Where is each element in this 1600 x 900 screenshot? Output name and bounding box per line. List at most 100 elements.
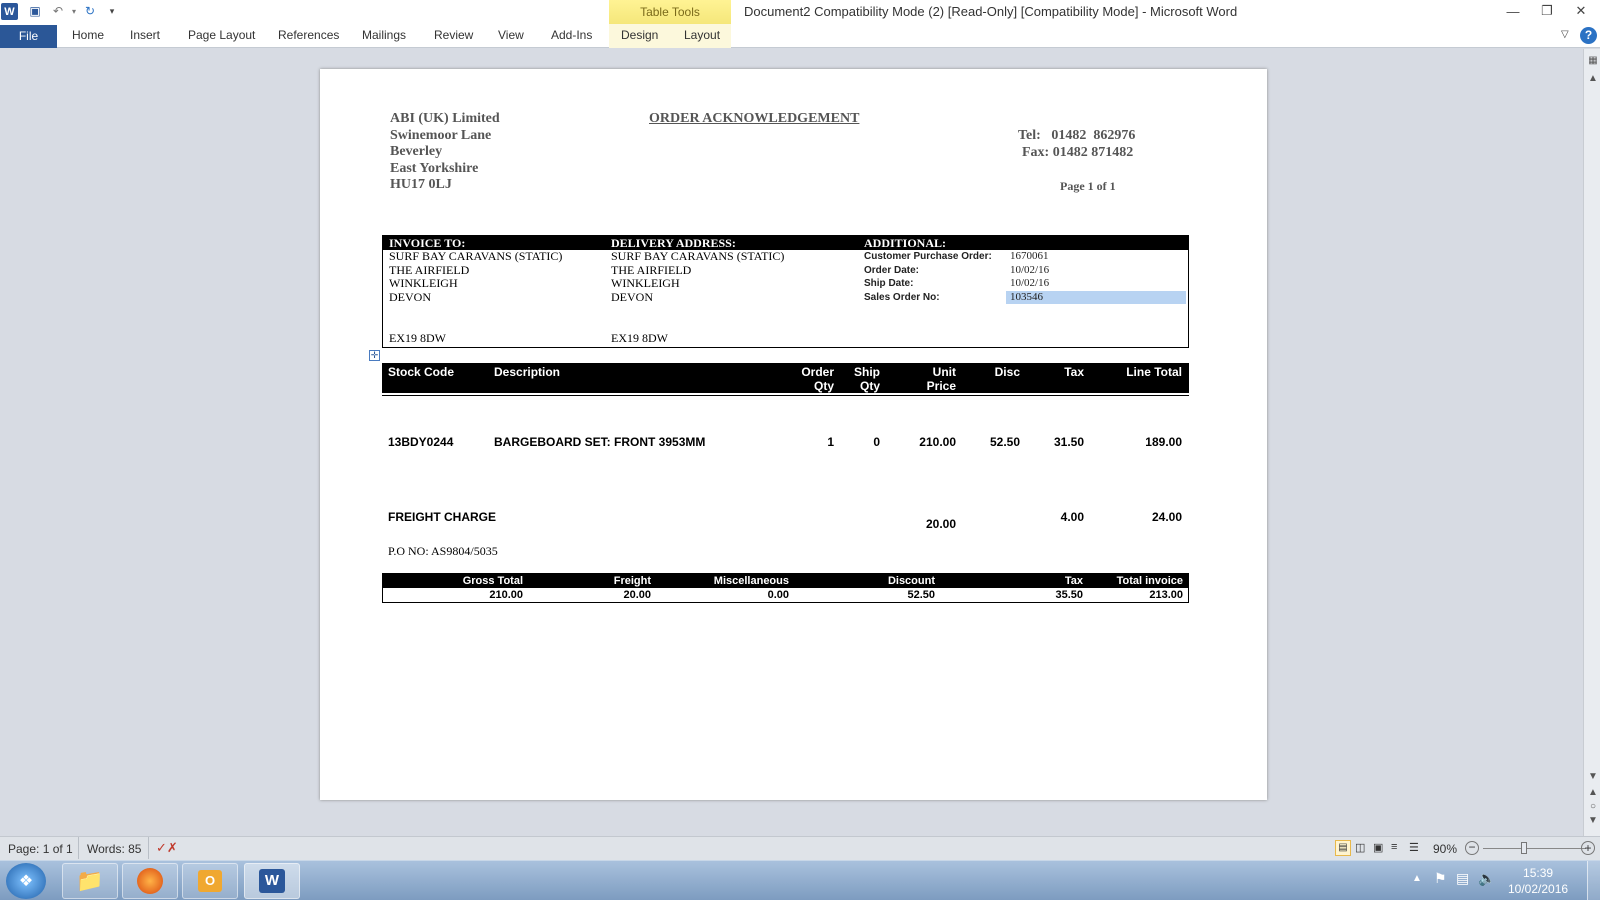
minimize-ribbon-icon[interactable]: ▽ bbox=[1561, 29, 1569, 40]
status-bar: Page: 1 of 1 Words: 85 ✓✗ ▤ ◫ ▣ ≡ ☰ 90% … bbox=[0, 836, 1600, 860]
page-count: Page 1 of 1 bbox=[1060, 179, 1116, 193]
proofing-icon[interactable]: ✓✗ bbox=[156, 840, 178, 856]
volume-icon[interactable]: 🔈 bbox=[1478, 870, 1495, 887]
show-desktop-button[interactable] bbox=[1587, 861, 1600, 900]
page-indicator[interactable]: Page: 1 of 1 bbox=[8, 842, 73, 856]
item-description: BARGEBOARD SET: FRONT 3953MM bbox=[494, 435, 706, 449]
sales-order-label: Sales Order No: bbox=[864, 291, 940, 303]
minimize-button[interactable]: — bbox=[1496, 0, 1530, 22]
tab-review[interactable]: Review bbox=[434, 28, 473, 42]
network-icon[interactable]: ▤ bbox=[1456, 870, 1469, 887]
word-taskbar-icon[interactable]: W bbox=[244, 863, 300, 899]
col-order-qty: Order Qty bbox=[784, 365, 834, 393]
item-line-total: 189.00 bbox=[1145, 435, 1182, 449]
firefox-taskbar-icon[interactable] bbox=[122, 863, 178, 899]
sales-order-value[interactable]: 103546 bbox=[1006, 290, 1186, 304]
previous-page-icon[interactable]: ▲ bbox=[1586, 787, 1600, 798]
company-postcode: HU17 0LJ bbox=[390, 177, 452, 192]
undo-icon[interactable]: ↶ bbox=[50, 3, 66, 19]
item-order-qty: 1 bbox=[827, 435, 834, 449]
col-ship-qty-line2: Qty bbox=[859, 379, 880, 393]
col-unit-price-line2: Price bbox=[926, 379, 956, 393]
help-icon[interactable]: ? bbox=[1580, 27, 1597, 44]
gross-total-value: 210.00 bbox=[489, 589, 523, 601]
word-app-icon[interactable]: W bbox=[1, 3, 18, 20]
delivery-address: SURF BAY CARAVANS (STATIC) THE AIRFIELD … bbox=[611, 249, 784, 304]
header-rule bbox=[382, 395, 1189, 396]
scroll-down-icon[interactable]: ▼ bbox=[1586, 771, 1600, 782]
freight-tax: 4.00 bbox=[1060, 510, 1084, 524]
invoice-line: WINKLEIGH bbox=[389, 276, 458, 290]
freight-total-value: 20.00 bbox=[623, 589, 651, 601]
web-layout-icon[interactable]: ▣ bbox=[1373, 841, 1383, 854]
close-button[interactable]: ✕ bbox=[1564, 0, 1598, 22]
zoom-out-icon[interactable]: − bbox=[1465, 841, 1479, 855]
invoice-line: SURF BAY CARAVANS (STATIC) bbox=[389, 249, 563, 263]
show-hidden-icons-icon[interactable]: ▲ bbox=[1412, 873, 1422, 884]
delivery-line: WINKLEIGH bbox=[611, 276, 680, 290]
ribbon-tab-bar: File Home Insert Page Layout References … bbox=[0, 24, 1600, 48]
additional-label: ADDITIONAL: bbox=[864, 236, 947, 250]
freight-price: 20.00 bbox=[925, 517, 956, 531]
col-ship-qty-line1: Ship bbox=[854, 365, 880, 379]
col-description: Description bbox=[494, 365, 561, 379]
order-date-value: 10/02/16 bbox=[1010, 263, 1050, 276]
tab-home[interactable]: Home bbox=[72, 28, 104, 42]
company-name: ABI (UK) Limited bbox=[390, 111, 500, 126]
col-unit-price: Unit Price bbox=[902, 365, 956, 393]
zoom-slider-handle[interactable] bbox=[1521, 842, 1527, 854]
additional-values: 1670061 10/02/16 10/02/16 103546 bbox=[1006, 250, 1186, 304]
document-page[interactable]: ABI (UK) Limited Swinemoor Lane Beverley… bbox=[320, 69, 1267, 800]
table-move-handle-icon[interactable]: ✛ bbox=[369, 350, 380, 361]
undo-dropdown-icon[interactable]: ▾ bbox=[66, 3, 82, 19]
tab-references[interactable]: References bbox=[278, 28, 339, 42]
total-invoice-value: 213.00 bbox=[1149, 589, 1183, 601]
scroll-up-icon[interactable]: ▲ bbox=[1586, 73, 1600, 84]
action-center-flag-icon[interactable]: ⚑ bbox=[1434, 870, 1447, 887]
outline-icon[interactable]: ≡ bbox=[1391, 841, 1397, 853]
tax-total-label: Tax bbox=[1064, 575, 1083, 587]
tab-add-ins[interactable]: Add-Ins bbox=[551, 28, 592, 42]
system-clock[interactable]: 15:39 10/02/2016 bbox=[1508, 865, 1568, 897]
freight-total: 24.00 bbox=[1151, 510, 1182, 524]
col-line-total: Line Total bbox=[1126, 365, 1182, 379]
tab-page-layout[interactable]: Page Layout bbox=[188, 28, 255, 42]
address-table-header: INVOICE TO: DELIVERY ADDRESS: ADDITIONAL… bbox=[383, 236, 1188, 250]
vertical-scrollbar[interactable]: ▦ ▲ ▼ ▲ ○ ▼ bbox=[1583, 49, 1600, 836]
draft-icon[interactable]: ☰ bbox=[1409, 841, 1419, 854]
ship-date-value: 10/02/16 bbox=[1010, 277, 1050, 289]
save-icon[interactable]: ▣ bbox=[27, 3, 43, 19]
ruler-toggle-icon[interactable]: ▦ bbox=[1586, 55, 1600, 66]
start-button-icon[interactable]: ❖ bbox=[6, 863, 46, 899]
freight-label: FREIGHT CHARGE bbox=[388, 510, 496, 524]
print-layout-icon[interactable]: ▤ bbox=[1335, 840, 1351, 856]
tab-design[interactable]: Design bbox=[621, 28, 658, 42]
redo-icon[interactable]: ↻ bbox=[82, 3, 98, 19]
invoice-to-address: SURF BAY CARAVANS (STATIC) THE AIRFIELD … bbox=[389, 249, 563, 304]
outlook-taskbar-icon[interactable]: O bbox=[182, 863, 238, 899]
restore-button[interactable]: ❐ bbox=[1530, 0, 1564, 22]
tab-view[interactable]: View bbox=[498, 28, 524, 42]
tab-insert[interactable]: Insert bbox=[130, 28, 160, 42]
title-bar: W ▣ ↶ ▾ ↻ ▾ Table Tools Document2 Compat… bbox=[0, 0, 1600, 24]
col-stock-code: Stock Code bbox=[388, 365, 455, 379]
next-page-icon[interactable]: ▼ bbox=[1586, 815, 1600, 826]
telephone: Tel: 01482 862976 bbox=[1018, 128, 1136, 143]
delivery-line: THE AIRFIELD bbox=[611, 262, 692, 277]
browse-object-icon[interactable]: ○ bbox=[1586, 801, 1600, 812]
item-tax: 31.50 bbox=[1053, 435, 1084, 449]
word-count[interactable]: Words: 85 bbox=[87, 842, 141, 856]
address-table[interactable]: INVOICE TO: DELIVERY ADDRESS: ADDITIONAL… bbox=[382, 235, 1189, 348]
zoom-slider-track[interactable] bbox=[1483, 848, 1586, 849]
tab-file[interactable]: File bbox=[0, 25, 57, 48]
customize-qat-icon[interactable]: ▾ bbox=[104, 3, 120, 19]
explorer-taskbar-icon[interactable]: 📁 bbox=[62, 863, 118, 899]
status-divider bbox=[148, 837, 149, 859]
company-address: ABI (UK) Limited Swinemoor Lane Beverley… bbox=[390, 111, 500, 194]
full-screen-reading-icon[interactable]: ◫ bbox=[1355, 841, 1365, 854]
invoice-postcode: EX19 8DW bbox=[389, 331, 446, 345]
zoom-level[interactable]: 90% bbox=[1433, 842, 1457, 856]
zoom-in-icon[interactable]: + bbox=[1581, 841, 1595, 855]
tab-layout[interactable]: Layout bbox=[684, 28, 720, 42]
tab-mailings[interactable]: Mailings bbox=[362, 28, 406, 42]
